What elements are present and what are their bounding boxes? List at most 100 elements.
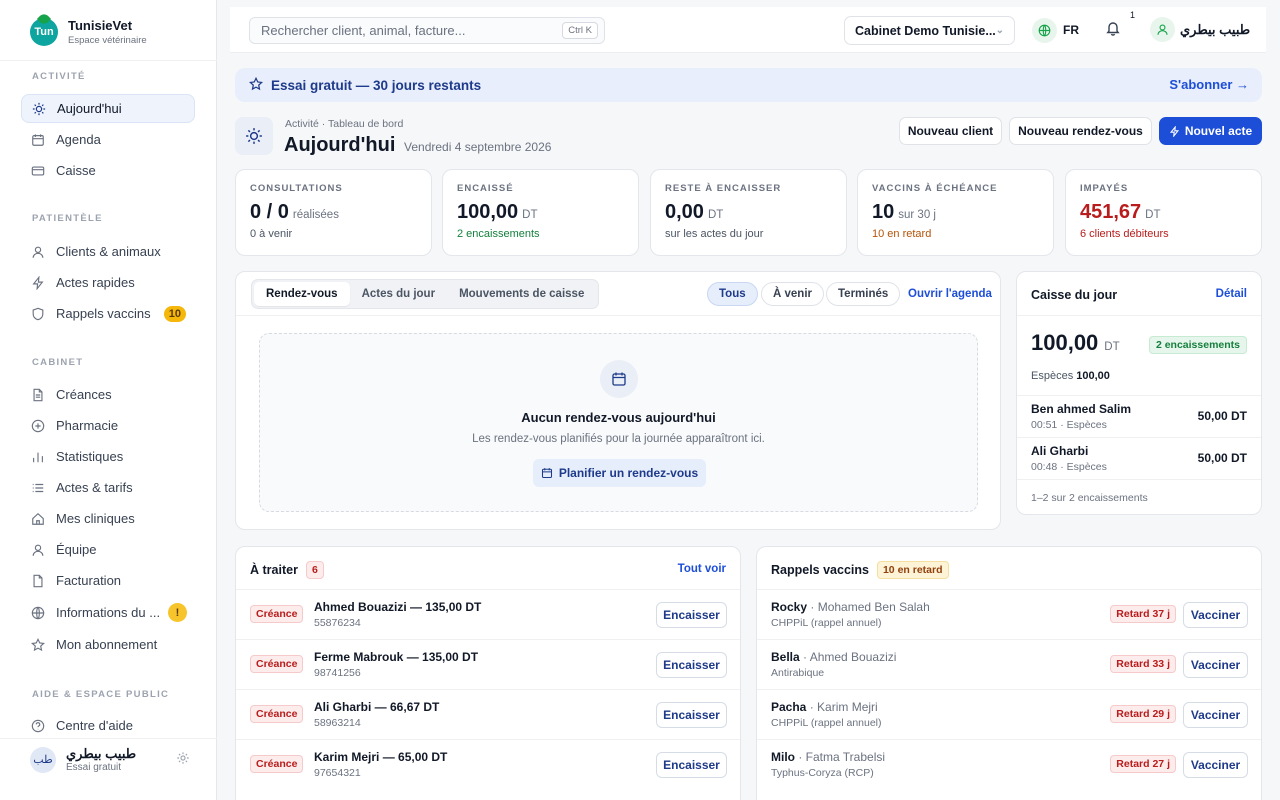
- sidebar-item-centre-aide[interactable]: Centre d'aide: [21, 711, 195, 740]
- sidebar-item-label: Agenda: [56, 132, 101, 147]
- filter-termines[interactable]: Terminés: [826, 282, 901, 306]
- filter-a-venir[interactable]: À venir: [761, 282, 824, 306]
- encaisser-button[interactable]: Encaisser: [656, 702, 727, 728]
- table-row[interactable]: Milo · Fatma Trabelsi Typhus-Coryza (RCP…: [757, 739, 1261, 789]
- logo-text: Tun: [34, 26, 54, 38]
- table-row[interactable]: Créance Ali Gharbi — 66,67 DT 58963214 E…: [236, 689, 740, 739]
- vacciner-button[interactable]: Vacciner: [1183, 652, 1248, 678]
- stat-impayes[interactable]: IMPAYÉS 451,67 DT 6 clients débiteurs: [1065, 169, 1262, 256]
- sidebar-item-clients[interactable]: Clients & animaux: [21, 237, 195, 266]
- file-icon: [31, 574, 45, 588]
- shortcut-hint: Ctrl K: [562, 22, 598, 39]
- new-client-button[interactable]: Nouveau client: [899, 117, 1002, 145]
- vaccine-name: CHPPiL (rappel annuel): [771, 617, 882, 629]
- stat-value: 100,00: [457, 201, 519, 223]
- stat-vaccins[interactable]: VACCINS À ÉCHÉANCE 10 sur 30 j 10 en reta…: [857, 169, 1054, 256]
- new-act-button[interactable]: Nouvel acte: [1159, 117, 1262, 145]
- tab-mouvements-caisse[interactable]: Mouvements de caisse: [447, 282, 596, 306]
- sidebar-item-agenda[interactable]: Agenda: [21, 125, 195, 154]
- sidebar-item-label: Centre d'aide: [56, 718, 133, 733]
- language-toggle[interactable]: FR: [1063, 23, 1079, 37]
- sidebar-item-label: Actes rapides: [56, 275, 135, 290]
- sidebar-user-plan: Essai gratuit: [66, 762, 122, 773]
- creance-tag: Créance: [250, 655, 304, 673]
- plan-rdv-button[interactable]: Planifier un rendez-vous: [533, 459, 706, 487]
- stat-consultations[interactable]: CONSULTATIONS 0 / 0 réalisées 0 à venir: [235, 169, 432, 256]
- sidebar-item-facturation[interactable]: Facturation: [21, 566, 195, 595]
- divider: [0, 738, 217, 739]
- sidebar-item-label: Clients & animaux: [56, 244, 161, 259]
- owner-name: · Fatma Trabelsi: [798, 750, 886, 764]
- sidebar-item-informations[interactable]: Informations du ... !: [21, 598, 195, 627]
- globe-icon[interactable]: [1032, 18, 1057, 43]
- open-agenda-link[interactable]: Ouvrir l'agenda: [908, 288, 992, 300]
- caisse-detail-link[interactable]: Détail: [1216, 288, 1247, 300]
- sidebar-item-creances[interactable]: Créances: [21, 380, 195, 409]
- table-row[interactable]: Rocky · Mohamed Ben Salah CHPPiL (rappel…: [757, 589, 1261, 639]
- caisse-title: Caisse du jour: [1031, 288, 1118, 302]
- section-activite: ACTIVITÉ: [32, 71, 86, 82]
- sidebar-item-rappels-vaccins[interactable]: Rappels vaccins 10: [21, 299, 195, 328]
- document-icon: [31, 388, 45, 402]
- see-all-link[interactable]: Tout voir: [678, 563, 726, 575]
- user-name[interactable]: طبيب بيطري: [1180, 22, 1250, 38]
- table-row[interactable]: Créance Ahmed Bouazizi — 135,00 DT 55876…: [236, 589, 740, 639]
- list-item[interactable]: Ali Gharbi 00:48 · Espèces 50,00 DT: [1017, 437, 1261, 479]
- table-row[interactable]: Créance Karim Mejri — 65,00 DT 97654321 …: [236, 739, 740, 789]
- stat-encaisse[interactable]: ENCAISSÉ 100,00 DT 2 encaissements: [442, 169, 639, 256]
- sidebar-item-actes-rapides[interactable]: Actes rapides: [21, 268, 195, 297]
- animal-name: Milo: [771, 750, 795, 764]
- brand[interactable]: Tun TunisieVet Espace vétérinaire: [30, 18, 147, 46]
- a-traiter-title: À traiter: [250, 563, 298, 577]
- gear-icon[interactable]: [176, 751, 190, 768]
- sidebar-item-label: Actes & tarifs: [56, 480, 133, 495]
- creance-phone: 55876234: [314, 617, 361, 629]
- table-row[interactable]: Créance Ferme Mabrouk — 135,00 DT 987412…: [236, 639, 740, 689]
- retard-badge: Retard 37 j: [1110, 605, 1176, 623]
- vacciner-button[interactable]: Vacciner: [1183, 602, 1248, 628]
- sidebar-item-pharmacie[interactable]: Pharmacie: [21, 411, 195, 440]
- tab-actes-du-jour[interactable]: Actes du jour: [350, 282, 447, 306]
- encaisser-button[interactable]: Encaisser: [656, 602, 727, 628]
- rappels-badge: 10 en retard: [876, 561, 949, 579]
- filter-tous[interactable]: Tous: [707, 282, 758, 306]
- avatar[interactable]: [1150, 17, 1175, 42]
- tab-rendez-vous[interactable]: Rendez-vous: [254, 282, 350, 306]
- bolt-icon: [31, 275, 45, 290]
- vacciner-button[interactable]: Vacciner: [1183, 752, 1248, 778]
- stat-unit: DT: [707, 209, 724, 221]
- bell-icon[interactable]: [1105, 20, 1121, 39]
- sidebar-user[interactable]: طب طبيب بيطري Essai gratuit: [30, 746, 190, 773]
- new-rdv-button[interactable]: Nouveau rendez-vous: [1009, 117, 1152, 145]
- sidebar-item-statistiques[interactable]: Statistiques: [21, 442, 195, 471]
- subscribe-link[interactable]: S'abonner →: [1169, 77, 1249, 92]
- sidebar-item-actes-tarifs[interactable]: Actes & tarifs: [21, 473, 195, 502]
- encaisser-button[interactable]: Encaisser: [656, 652, 727, 678]
- stat-reste[interactable]: RESTE À ENCAISSER 0,00 DT sur les actes d…: [650, 169, 847, 256]
- sidebar-item-mes-cliniques[interactable]: Mes cliniques: [21, 504, 195, 533]
- sidebar-user-name: طبيب بيطري: [66, 746, 137, 761]
- chevron-down-icon: ⌄: [995, 25, 1004, 36]
- sidebar-item-equipe[interactable]: Équipe: [21, 535, 195, 564]
- rdv-card: Rendez-vous Actes du jour Mouvements de …: [235, 271, 1001, 530]
- creance-tag: Créance: [250, 755, 304, 773]
- caisse-footer: 1–2 sur 2 encaissements: [1017, 479, 1261, 515]
- sidebar-item-caisse[interactable]: Caisse: [21, 156, 195, 185]
- cabinet-select[interactable]: Cabinet Demo Tunisie... ⌄: [844, 16, 1015, 45]
- divider: [236, 315, 1000, 316]
- user-icon: [31, 543, 45, 557]
- globe-icon: [31, 606, 45, 620]
- list-item[interactable]: Ben ahmed Salim 00:51 · Espèces 50,00 DT: [1017, 395, 1261, 437]
- sidebar-item-label: Facturation: [56, 573, 122, 588]
- search-input[interactable]: Rechercher client, animal, facture... Ct…: [249, 17, 605, 44]
- section-patientele: PATIENTÈLE: [32, 213, 103, 224]
- encaisser-button[interactable]: Encaisser: [656, 752, 727, 778]
- stat-value: 10: [872, 201, 895, 223]
- sidebar-item-abonnement[interactable]: Mon abonnement: [21, 630, 195, 659]
- sidebar-item-label: Créances: [56, 387, 112, 402]
- table-row[interactable]: Bella · Ahmed Bouazizi Antirabique Retar…: [757, 639, 1261, 689]
- table-row[interactable]: Pacha · Karim Mejri CHPPiL (rappel annue…: [757, 689, 1261, 739]
- sidebar-item-aujourdhui[interactable]: Aujourd'hui: [21, 94, 195, 123]
- sidebar-item-label: Pharmacie: [56, 418, 119, 433]
- vacciner-button[interactable]: Vacciner: [1183, 702, 1248, 728]
